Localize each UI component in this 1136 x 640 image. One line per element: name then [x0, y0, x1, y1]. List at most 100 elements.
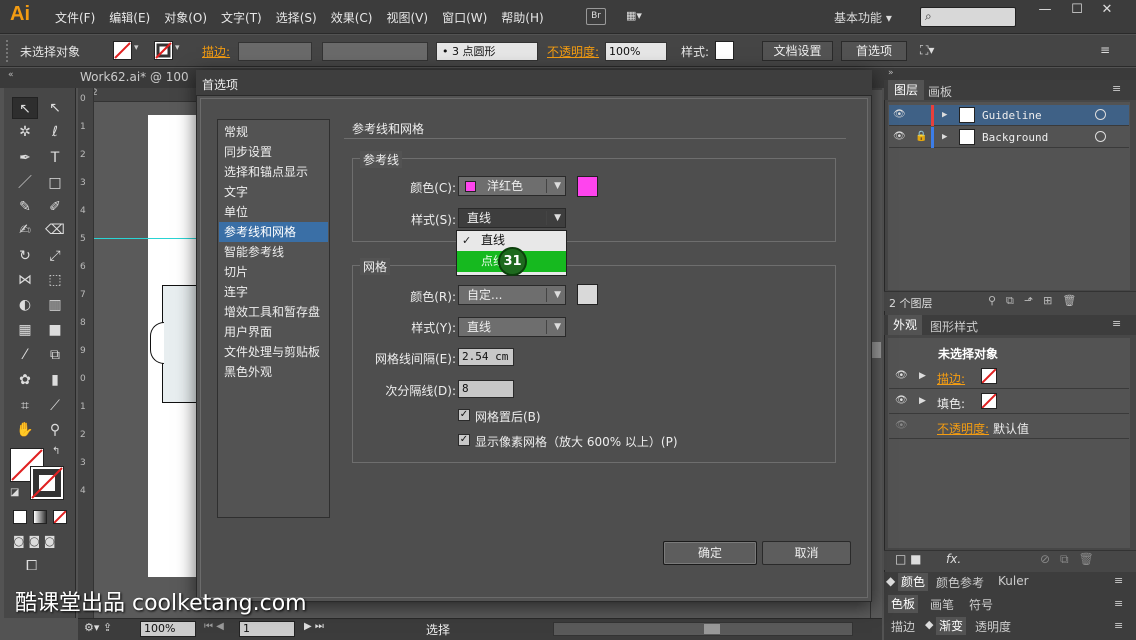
menu-item[interactable]: 视图(V) [379, 9, 435, 26]
tab-appearance[interactable]: 外观 [888, 315, 922, 335]
expand-triangle-icon[interactable]: ▶ [942, 132, 947, 142]
minimize-button[interactable]: — [1032, 0, 1058, 20]
stroke-color-box[interactable] [30, 466, 64, 500]
tab-swatches[interactable]: 色板 [888, 595, 919, 613]
expand-triangle-icon[interactable]: ▶ [919, 371, 926, 381]
tab-graphic-styles[interactable]: 图形样式 [930, 318, 978, 335]
tab-artboards[interactable]: 画板 [928, 83, 952, 100]
gradient-tool-icon[interactable]: ■ [42, 319, 68, 341]
perspective-grid-tool-icon[interactable]: ▥ [42, 294, 68, 316]
category-item[interactable]: 连字 [219, 282, 328, 302]
line-tool-icon[interactable]: ／ [12, 172, 38, 194]
artwork-arc[interactable] [150, 322, 164, 364]
width-tool-icon[interactable]: ⋈ [12, 269, 38, 291]
grid-spacing-input[interactable]: 2.54 cm [458, 348, 514, 366]
stroke-label[interactable]: 描边: [202, 43, 230, 60]
tab-stroke[interactable]: 描边 [891, 618, 915, 635]
target-icon[interactable] [1095, 109, 1106, 120]
grids-in-back-checkbox[interactable]: ✓ [458, 409, 470, 421]
shape-builder-tool-icon[interactable]: ◐ [12, 294, 38, 316]
stroke-swatch[interactable] [981, 368, 997, 384]
layer-row[interactable]: 👁 🔒 ▶ Background [889, 127, 1129, 148]
tab-kuler[interactable]: Kuler [998, 574, 1029, 588]
gradient-mode-icon[interactable] [33, 510, 47, 524]
maximize-button[interactable]: ☐ [1064, 0, 1090, 20]
panel-menu-icon[interactable]: ≡ [1114, 619, 1123, 632]
brush-definition[interactable]: • 3 点圆形 [436, 42, 538, 61]
eraser-tool-icon[interactable]: ⌫ [42, 219, 68, 241]
page-field[interactable]: 1 [239, 621, 295, 637]
cancel-button[interactable]: 取消 [762, 541, 851, 565]
scrollbar-thumb[interactable] [872, 342, 881, 358]
eyedropper-tool-icon[interactable]: ⁄ [12, 344, 38, 366]
lasso-tool-icon[interactable]: ℓ [42, 121, 68, 143]
category-item[interactable]: 增效工具和暂存盘 [219, 302, 328, 322]
guide-style-dropdown[interactable]: 直线 ▼ [458, 208, 566, 228]
document-tab[interactable]: Work62.ai* @ 100 [80, 70, 189, 84]
layer-name[interactable]: Guideline [982, 109, 1042, 122]
artwork-shape[interactable] [162, 285, 198, 403]
slice-tool-icon[interactable]: ⟋ [42, 395, 68, 417]
selection-tool-icon[interactable]: ↖ [12, 97, 38, 119]
layer-actions-icon[interactable]: ⚲⧉⬏⊞🗑 [988, 294, 1086, 308]
blend-tool-icon[interactable]: ⧉ [42, 344, 68, 366]
color-mode-icon[interactable] [13, 510, 27, 524]
preferences-button[interactable]: 首选项 [841, 41, 907, 61]
hand-tool-icon[interactable]: ✋ [12, 419, 38, 441]
eye-icon[interactable]: 👁 [893, 131, 906, 142]
free-transform-tool-icon[interactable]: ⬚ [42, 269, 68, 291]
target-icon[interactable] [1095, 131, 1106, 142]
menu-item[interactable]: 文字(T) [214, 9, 269, 26]
next-page-icon[interactable]: ▶ ⏭ [304, 621, 324, 632]
variable-width-field[interactable] [322, 42, 428, 61]
eye-icon[interactable]: 👁 [895, 420, 908, 431]
tab-symbols[interactable]: 符号 [969, 596, 993, 613]
category-item[interactable]: 黑色外观 [219, 362, 328, 382]
guide-line[interactable] [94, 238, 198, 239]
arrange-documents-icon[interactable]: ▦▾ [626, 9, 654, 25]
category-item[interactable]: 文件处理与剪贴板 [219, 342, 328, 362]
tab-color-guide[interactable]: 颜色参考 [936, 574, 984, 591]
lock-icon[interactable]: 🔒 [915, 131, 927, 142]
paintbrush-tool-icon[interactable]: ✎ [12, 196, 38, 218]
screen-mode-icon[interactable]: ⧠ [26, 558, 37, 574]
document-setup-button[interactable]: 文档设置 [762, 41, 833, 61]
appearance-row-fill[interactable]: 👁 ▶ 填色: [889, 390, 1129, 414]
mesh-tool-icon[interactable]: ▦ [12, 319, 38, 341]
grid-color-dropdown[interactable]: 自定... ▼ [458, 285, 566, 305]
symbol-sprayer-tool-icon[interactable]: ✿ [12, 369, 38, 391]
close-button[interactable]: ✕ [1094, 0, 1120, 20]
workspace-switcher[interactable]: 基本功能 ▾ [834, 9, 892, 26]
eye-icon[interactable]: 👁 [895, 370, 908, 381]
category-item[interactable]: 常规 [219, 122, 328, 142]
pixel-grid-label[interactable]: 显示像素网格（放大 600% 以上）(P) [475, 433, 678, 450]
stroke-swatch[interactable] [154, 41, 173, 60]
eye-icon[interactable]: 👁 [895, 395, 908, 406]
category-item[interactable]: 同步设置 [219, 142, 328, 162]
dialog-titlebar[interactable]: 首选项 [196, 70, 872, 96]
chevron-down-icon[interactable]: ▾ [175, 43, 180, 53]
panel-menu-icon[interactable]: ≡ [1100, 43, 1110, 57]
fill-swatch[interactable] [113, 41, 132, 60]
appearance-actions-icon[interactable]: ⊘⧉🗑 [1040, 552, 1104, 567]
horizontal-scrollbar[interactable] [553, 622, 853, 636]
layer-row[interactable]: 👁 ▶ Guideline [889, 105, 1129, 126]
new-stroke-icon[interactable]: □ ■ [895, 552, 922, 566]
panel-menu-icon[interactable]: ≡ [1114, 597, 1123, 610]
opacity-label[interactable]: 不透明度: [547, 43, 599, 60]
appearance-row-opacity[interactable]: 👁 不透明度: 默认值 [889, 415, 1129, 439]
draw-mode-icon[interactable]: ◙ ◙ ◙ [13, 534, 56, 548]
category-item[interactable]: 单位 [219, 202, 328, 222]
chevron-down-icon[interactable]: ▾ [134, 43, 139, 53]
menu-item[interactable]: 帮助(H) [494, 9, 550, 26]
grid-color-swatch[interactable] [577, 284, 598, 305]
color-icon[interactable]: ◆ [886, 574, 895, 588]
category-item[interactable]: 切片 [219, 262, 328, 282]
isolate-icon[interactable]: ⛶▾ [920, 43, 934, 58]
swap-colors-icon[interactable]: ↰ [52, 446, 60, 457]
pen-tool-icon[interactable]: ✒ [12, 147, 38, 169]
type-tool-icon[interactable]: T [42, 147, 68, 169]
menu-item[interactable]: 对象(O) [157, 9, 214, 26]
category-item[interactable]: 文字 [219, 182, 328, 202]
tab-transparency[interactable]: 透明度 [975, 618, 1011, 635]
